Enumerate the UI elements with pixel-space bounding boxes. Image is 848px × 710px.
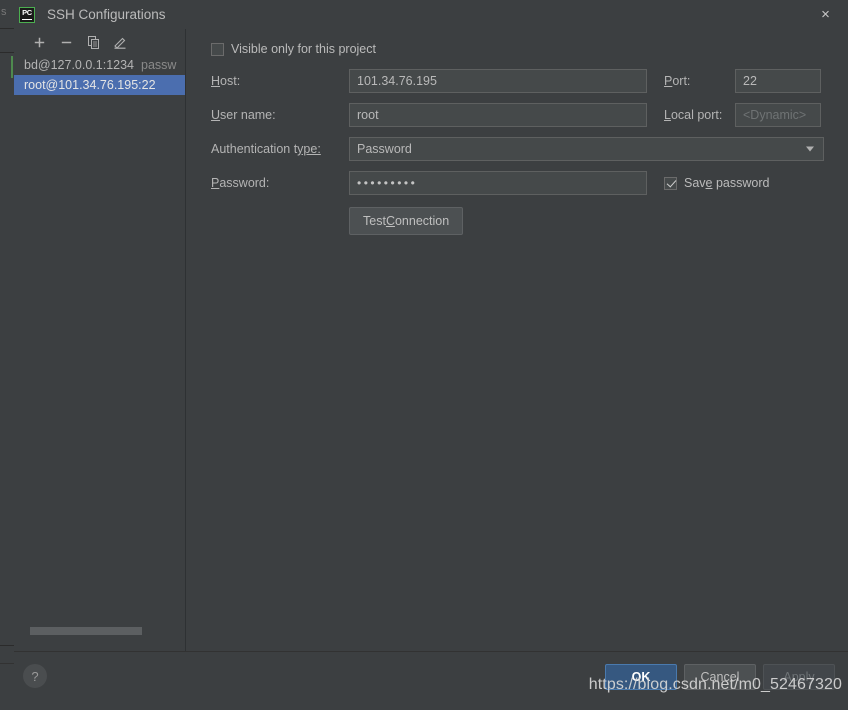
visible-only-checkbox[interactable] <box>211 43 224 56</box>
pycharm-icon: PC <box>19 7 35 23</box>
desktop-background: s <box>0 0 14 710</box>
copy-icon[interactable] <box>85 34 101 50</box>
background-divider <box>0 28 14 29</box>
test-connection-row: Test Connection <box>349 207 848 235</box>
dialog-body: bd@127.0.0.1:1234 passw root@101.34.76.1… <box>14 29 848 651</box>
password-row: Password: ••••••••• Save password <box>211 171 848 195</box>
list-item[interactable]: root@101.34.76.195:22 <box>14 75 185 95</box>
save-password-label: Save password <box>684 176 769 190</box>
horizontal-scrollbar[interactable] <box>30 627 178 635</box>
username-row: User name: root Local port: <Dynamic> <box>211 103 848 127</box>
pencil-icon[interactable] <box>112 34 128 50</box>
list-toolbar <box>14 29 185 55</box>
list-item-secondary: passw <box>141 58 176 72</box>
host-label: Host: <box>211 74 349 88</box>
dialog-title-bar: PC SSH Configurations × <box>14 0 848 29</box>
authentication-type-select[interactable]: Password <box>349 137 824 161</box>
pycharm-icon-bar <box>22 19 32 21</box>
test-connection-button[interactable]: Test Connection <box>349 207 463 235</box>
minus-icon[interactable] <box>58 34 74 50</box>
host-row: Host: 101.34.76.195 Port: 22 <box>211 69 848 93</box>
list-item-label: root@101.34.76.195:22 <box>24 78 156 92</box>
dialog-footer: ? OK Cancel Apply https://blog.csdn.net/… <box>14 651 848 710</box>
ssh-configurations-dialog: PC SSH Configurations × <box>14 0 848 710</box>
background-divider <box>0 645 14 646</box>
local-port-input[interactable]: <Dynamic> <box>735 103 821 127</box>
save-password-row: Save password <box>664 176 769 190</box>
chevron-down-icon <box>806 147 814 152</box>
help-button[interactable]: ? <box>23 664 47 688</box>
background-divider <box>0 663 14 664</box>
password-label: Password: <box>211 176 349 190</box>
username-input[interactable]: root <box>349 103 647 127</box>
port-input[interactable]: 22 <box>735 69 821 93</box>
authentication-type-label: Authentication type: <box>211 142 349 156</box>
watermark-text: https://blog.csdn.net/m0_52467320 <box>589 676 842 694</box>
close-icon[interactable]: × <box>803 0 848 29</box>
page-title: SSH Configurations <box>47 7 166 22</box>
local-port-label: Local port: <box>664 108 735 122</box>
configurations-panel: bd@127.0.0.1:1234 passw root@101.34.76.1… <box>14 29 186 651</box>
password-input[interactable]: ••••••••• <box>349 171 647 195</box>
background-accent-bar <box>11 56 13 78</box>
visible-only-row: Visible only for this project <box>211 39 848 59</box>
background-text: s <box>1 6 7 18</box>
scrollbar-thumb[interactable] <box>30 627 142 635</box>
plus-icon[interactable] <box>31 34 47 50</box>
configuration-form: Visible only for this project Host: 101.… <box>186 29 848 651</box>
background-divider <box>0 52 14 53</box>
configurations-list[interactable]: bd@127.0.0.1:1234 passw root@101.34.76.1… <box>14 55 185 651</box>
authentication-type-value: Password <box>357 142 412 156</box>
host-input[interactable]: 101.34.76.195 <box>349 69 647 93</box>
save-password-checkbox[interactable] <box>664 177 677 190</box>
pycharm-icon-label: PC <box>20 8 34 17</box>
username-label: User name: <box>211 108 349 122</box>
authentication-type-row: Authentication type: Password <box>211 137 848 161</box>
list-item-label: bd@127.0.0.1:1234 <box>24 58 134 72</box>
list-item[interactable]: bd@127.0.0.1:1234 passw <box>14 55 185 75</box>
port-label: Port: <box>664 74 735 88</box>
visible-only-label: Visible only for this project <box>231 42 376 56</box>
